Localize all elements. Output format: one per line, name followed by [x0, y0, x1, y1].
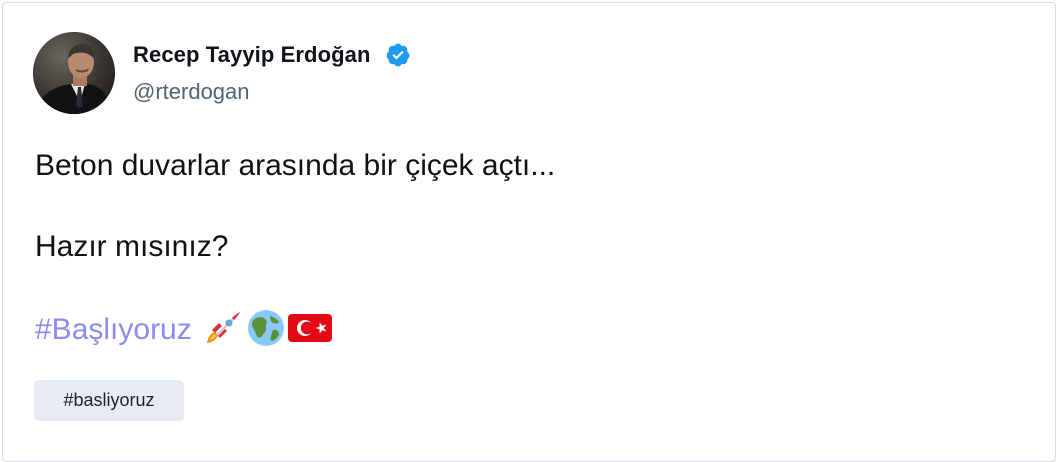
hashtag-chip[interactable]: #basliyoruz [34, 380, 184, 421]
turkey-flag-icon [287, 312, 332, 349]
author-handle[interactable]: @rterdogan [133, 79, 250, 105]
post-text-line: Beton duvarlar arasında bir çiçek açtı..… [35, 149, 556, 182]
hashtag-link[interactable]: #Başlıyoruz [35, 313, 192, 347]
post-text-line: Hazır mısınız? [35, 230, 229, 263]
verified-badge-icon [385, 42, 411, 68]
rocket-icon [202, 308, 242, 353]
post-card: Recep Tayyip Erdoğan @rterdogan Beton du… [2, 2, 1056, 462]
avatar-image [33, 32, 115, 114]
author-name-row: Recep Tayyip Erdoğan [133, 40, 411, 70]
author-display-name[interactable]: Recep Tayyip Erdoğan [133, 42, 371, 68]
avatar[interactable] [33, 32, 115, 114]
globe-icon [246, 308, 286, 353]
hashtag-row: #Başlıyoruz [35, 308, 332, 352]
